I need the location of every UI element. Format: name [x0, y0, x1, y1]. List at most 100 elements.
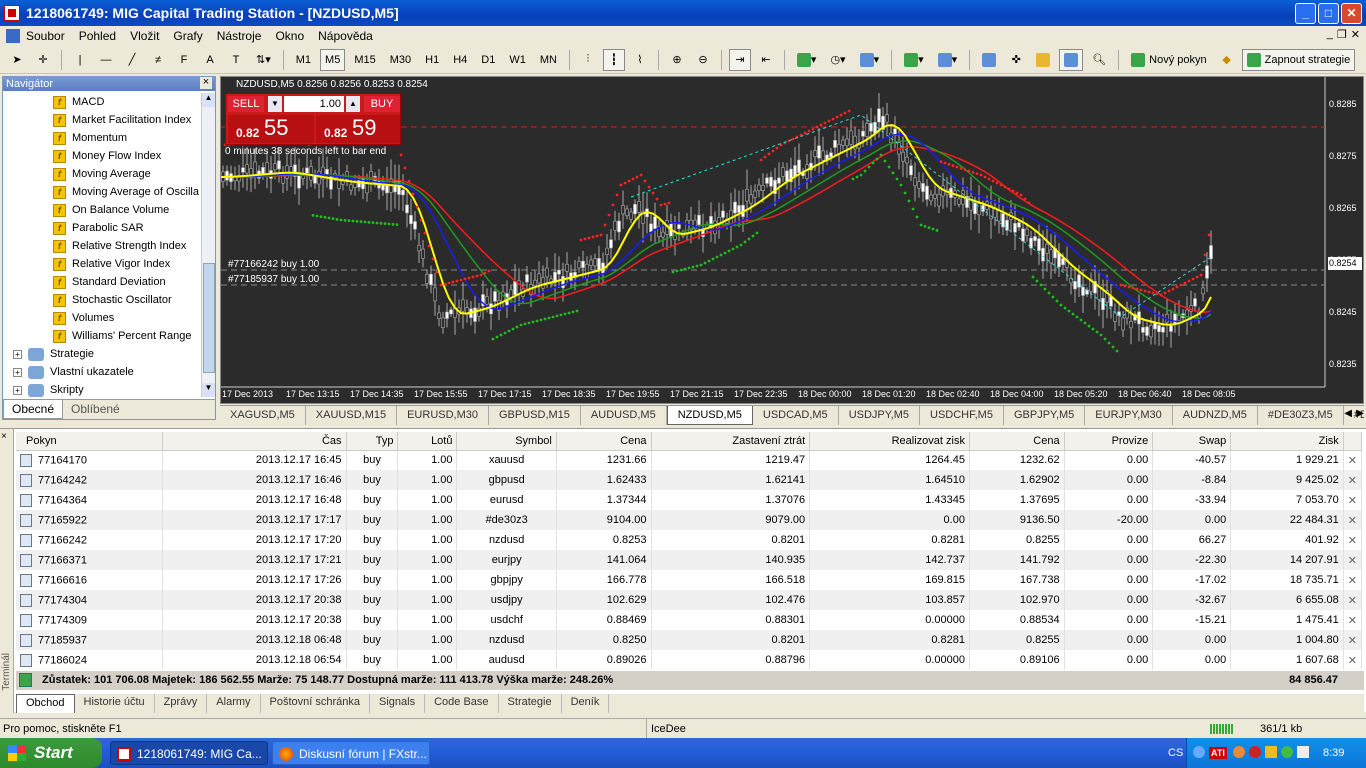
arrows-dropdown-icon[interactable]: ⇅▾ — [251, 49, 276, 71]
mdi-restore-button[interactable]: ❐ — [1337, 28, 1347, 41]
column-header[interactable]: Swap — [1152, 432, 1232, 451]
order-line-label[interactable]: #77166242 buy 1.00 — [228, 259, 319, 270]
close-order-icon[interactable]: ✕ — [1343, 550, 1363, 570]
start-button[interactable]: Start — [0, 738, 102, 768]
volume-icon[interactable] — [1297, 746, 1309, 758]
lot-input[interactable]: 1.00 — [284, 96, 344, 112]
navigator-indicator-item[interactable]: f Volumes — [3, 309, 201, 327]
tabs-scroll-right-icon[interactable]: ▶ — [1356, 408, 1364, 419]
table-row[interactable]: 77166242 2013.12.17 17:20 buy 1.00 nzdusd 0.8… — [16, 530, 1363, 550]
terminal-tab[interactable]: Zprávy — [155, 694, 208, 713]
menu-okno[interactable]: Okno — [275, 29, 304, 43]
crosshair-tool-icon[interactable]: ✛ — [32, 49, 54, 71]
close-order-icon[interactable]: ✕ — [1343, 530, 1363, 550]
navigator-indicator-item[interactable]: f On Balance Volume — [3, 201, 201, 219]
buy-price-button[interactable]: 0.82 59 — [316, 115, 400, 143]
close-order-icon[interactable]: ✕ — [1343, 490, 1363, 510]
menu-napoveda[interactable]: Nápověda — [318, 29, 373, 43]
new-chart-icon[interactable]: ▾ — [899, 49, 929, 71]
chart-tab[interactable]: EURJPY,M30 — [1085, 406, 1173, 425]
bar-chart-icon[interactable]: ⫶ — [577, 49, 599, 71]
navigator-indicator-item[interactable]: f Moving Average of Oscilla — [3, 183, 201, 201]
menu-nastroje[interactable]: Nástroje — [217, 29, 262, 43]
navigator-group-item[interactable]: + Vlastní ukazatele — [3, 363, 201, 381]
navigator-tab-favorites[interactable]: Oblíbené — [63, 400, 128, 419]
navigator-tab-general[interactable]: Obecné — [3, 400, 64, 419]
navigator-group-item[interactable]: + Strategie — [3, 345, 201, 363]
table-row[interactable]: 77166371 2013.12.17 17:21 buy 1.00 eurjpy 141… — [16, 550, 1363, 570]
chart-shift-icon[interactable]: ⇤ — [755, 49, 777, 71]
terminal-close-icon[interactable]: × — [1, 431, 7, 442]
tester-icon[interactable]: 🔍︎ — [1087, 49, 1111, 71]
profiles-icon[interactable]: ▾ — [933, 49, 963, 71]
column-header[interactable]: Cena — [969, 432, 1065, 451]
navigator-group-item[interactable]: + Skripty — [3, 381, 201, 397]
close-order-icon[interactable]: ✕ — [1343, 650, 1363, 670]
column-header[interactable]: Symbol — [456, 432, 557, 451]
channel-icon[interactable]: ≠ — [147, 49, 169, 71]
tf-m15[interactable]: M15 — [349, 49, 380, 71]
navigator-indicator-item[interactable]: f Momentum — [3, 129, 201, 147]
maximize-button[interactable]: □ — [1318, 3, 1339, 24]
navigator-indicator-item[interactable]: f Money Flow Index — [3, 147, 201, 165]
cursor-tool-icon[interactable]: ➤ — [6, 49, 28, 71]
tf-h4[interactable]: H4 — [448, 49, 472, 71]
mdi-minimize-button[interactable]: _ — [1327, 28, 1333, 41]
chart-tab[interactable]: XAGUSD,M5 — [220, 406, 306, 425]
chart-tab[interactable]: #DE30Z3,M5 — [1258, 406, 1344, 425]
tray-icon[interactable] — [1249, 746, 1261, 758]
tf-m5[interactable]: M5 — [320, 48, 346, 71]
table-row[interactable]: 77174304 2013.12.17 20:38 buy 1.00 usdjpy 102… — [16, 590, 1363, 610]
indicators-icon[interactable]: ▾ — [792, 49, 822, 71]
chart-tab[interactable]: AUDNZD,M5 — [1173, 406, 1258, 425]
column-header[interactable]: Zastavení ztrát — [651, 432, 811, 451]
lot-up-icon[interactable]: ▲ — [346, 96, 360, 112]
text-tool-icon[interactable]: A — [199, 49, 221, 71]
expand-icon[interactable]: + — [13, 367, 22, 377]
terminal-icon[interactable] — [1059, 48, 1084, 71]
periods-icon[interactable]: ◷▾ — [825, 49, 850, 71]
order-line-label[interactable]: #77185937 buy 1.00 — [228, 274, 319, 285]
market-watch-icon[interactable] — [977, 49, 1001, 71]
chart-tab[interactable]: EURUSD,M30 — [397, 406, 489, 425]
chart-tab[interactable]: GBPJPY,M5 — [1004, 406, 1086, 425]
chart-tab[interactable]: USDJPY,M5 — [839, 406, 921, 425]
navigator-indicator-item[interactable]: f MACD — [3, 93, 201, 111]
close-order-icon[interactable]: ✕ — [1343, 450, 1363, 470]
table-row[interactable]: 77164364 2013.12.17 16:48 buy 1.00 eurusd 1.3… — [16, 490, 1363, 510]
close-order-icon[interactable]: ✕ — [1343, 470, 1363, 490]
column-header[interactable]: Cena — [556, 432, 652, 451]
navigator-indicator-item[interactable]: f Market Facilitation Index — [3, 111, 201, 129]
vertical-line-icon[interactable]: | — [69, 49, 91, 71]
task-firefox[interactable]: Diskusní fórum | FXstr... — [272, 741, 430, 765]
table-row[interactable]: 77186024 2013.12.18 06:54 buy 1.00 audusd 0.8… — [16, 650, 1363, 670]
fibonacci-icon[interactable]: F — [173, 49, 195, 71]
navigator-indicator-item[interactable]: f Relative Strength Index — [3, 237, 201, 255]
terminal-tab[interactable]: Obchod — [16, 694, 75, 713]
mdi-close-button[interactable]: ✕ — [1351, 28, 1360, 41]
mdi-window-icon[interactable] — [6, 28, 20, 43]
enable-strategies-button[interactable]: Zapnout strategie — [1241, 48, 1356, 71]
column-header[interactable]: Realizovat zisk — [809, 432, 970, 451]
close-order-icon[interactable]: ✕ — [1343, 630, 1363, 650]
candlestick-icon[interactable]: ┇ — [602, 48, 625, 71]
table-row[interactable]: 77174309 2013.12.17 20:38 buy 1.00 usdchf 0.8… — [16, 610, 1363, 630]
scroll-thumb[interactable] — [203, 263, 215, 373]
line-chart-icon[interactable]: ⌇ — [629, 49, 651, 71]
close-order-icon[interactable]: ✕ — [1343, 610, 1363, 630]
chart-tab[interactable]: GBPUSD,M15 — [489, 406, 581, 425]
close-button[interactable]: ✕ — [1341, 3, 1362, 24]
terminal-tab[interactable]: Code Base — [425, 694, 499, 713]
tf-mn[interactable]: MN — [535, 49, 562, 71]
terminal-tab[interactable]: Historie účtu — [75, 694, 155, 713]
navigator-scrollbar[interactable]: ▲ ▼ — [201, 93, 215, 397]
tabs-scroll-left-icon[interactable]: ◀ — [1344, 408, 1352, 419]
close-order-icon[interactable]: ✕ — [1343, 590, 1363, 610]
tray-icon[interactable] — [1193, 746, 1205, 758]
tray-icon[interactable] — [1265, 746, 1277, 758]
expand-icon[interactable]: + — [13, 349, 22, 359]
chart-tab[interactable]: XAUUSD,M15 — [306, 406, 398, 425]
column-header[interactable]: Pokyn — [16, 432, 163, 451]
lot-down-icon[interactable]: ▼ — [268, 96, 282, 112]
table-row[interactable]: 77164242 2013.12.17 16:46 buy 1.00 gbpusd 1.6… — [16, 470, 1363, 490]
